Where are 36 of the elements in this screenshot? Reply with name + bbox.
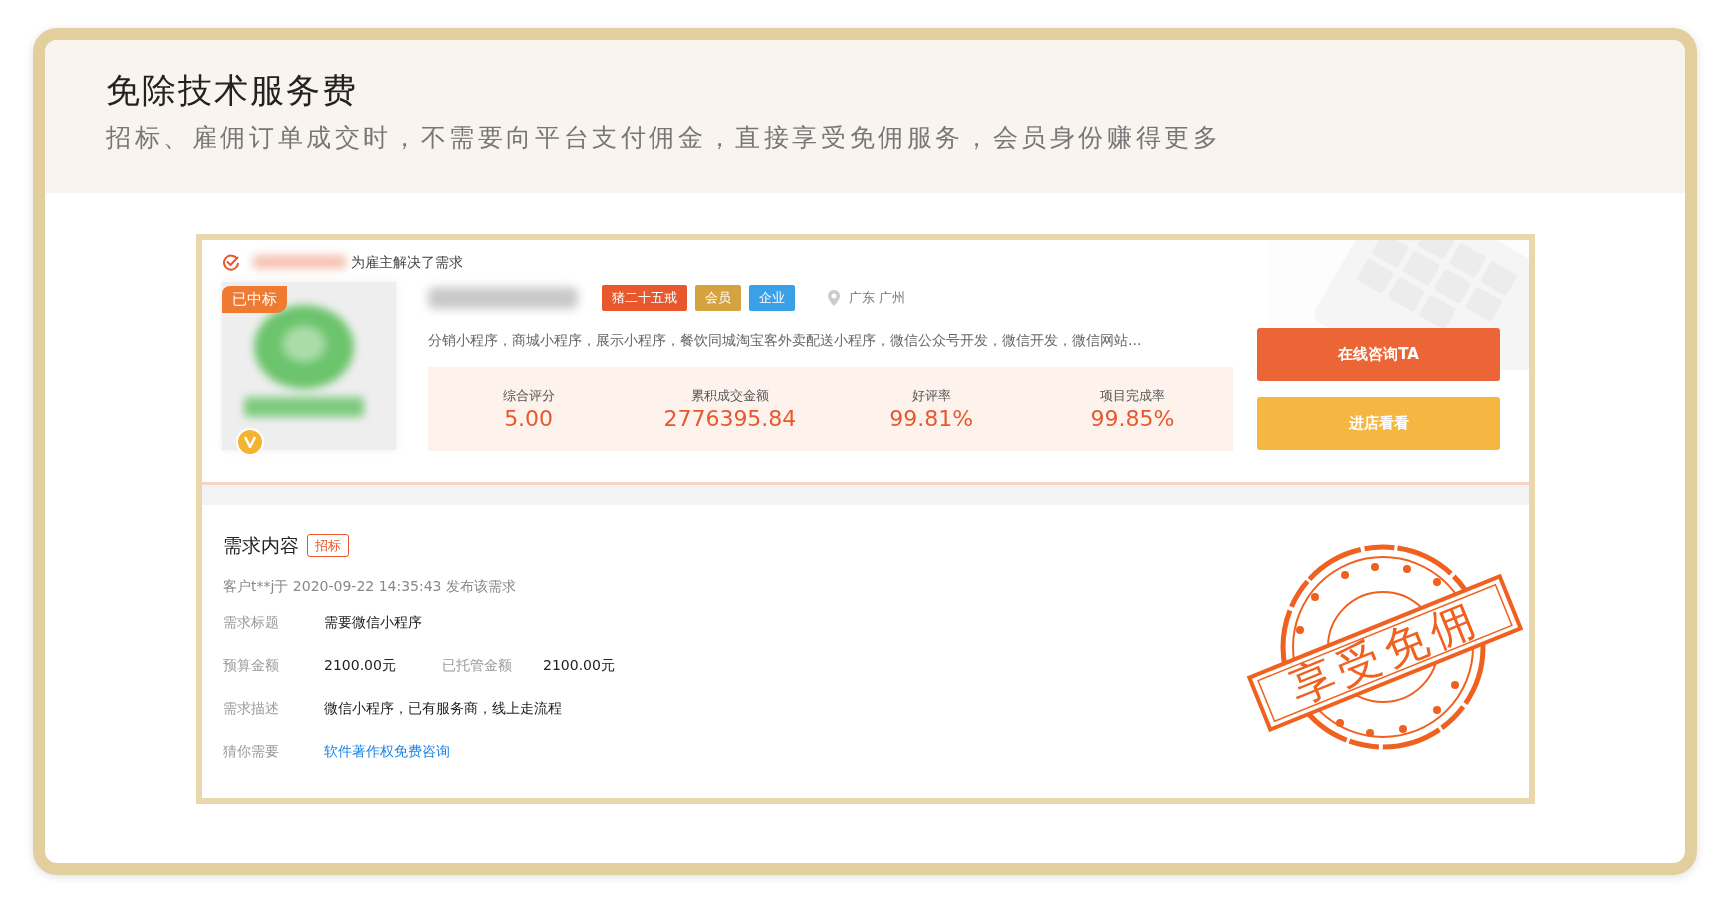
tag: 猪二十五戒	[602, 285, 687, 311]
field-value: 需要微信小程序	[324, 613, 422, 632]
stat-label: 累积成交金额	[689, 387, 770, 406]
tag: 会员	[695, 285, 741, 311]
consult-button[interactable]: 在线咨询TA	[1257, 328, 1500, 381]
section-title: 需求内容	[223, 533, 299, 558]
stat-value: 5.00	[503, 405, 555, 432]
field-label: 需求描述	[223, 699, 280, 718]
solved-text: 为雇主解决了需求	[351, 252, 463, 272]
visit-shop-button[interactable]: 进店看看	[1257, 397, 1500, 450]
stat-label: 项目完成率	[1098, 387, 1166, 406]
promo-title: 免除技术服务费	[106, 70, 359, 111]
stat-label: 好评率	[910, 387, 952, 406]
consult-link[interactable]: 软件著作权免费咨询	[324, 741, 450, 762]
field-label: 预算金额	[223, 656, 280, 675]
promo-subtitle: 招标、雇佣订单成交时，不需要向平台支付佣金，直接享受免佣服务，会员身份赚得更多	[106, 121, 1223, 154]
field-label: 已托管金额	[442, 656, 513, 675]
field-value: 微信小程序，已有服务商，线上走流程	[324, 699, 562, 718]
field-value: 2100.00元	[324, 656, 397, 675]
stat-value: 99.81%	[888, 405, 975, 432]
stat-value: 99.85%	[1089, 405, 1176, 432]
verified-icon	[236, 428, 264, 456]
location-pin-icon	[827, 289, 841, 307]
won-badge: 已中标	[222, 286, 287, 313]
bidding-tag: 招标	[307, 533, 349, 557]
check-circle-icon	[222, 253, 240, 271]
location-text: 广东 广州	[849, 289, 906, 308]
stamp-text: 享受免佣	[1282, 591, 1488, 714]
tag: 企业	[749, 285, 795, 311]
field-label: 猜你需要	[223, 742, 280, 761]
publish-info: 客户t**j于 2020-09-22 14:35:43 发布该需求	[223, 576, 517, 596]
field-label: 需求标题	[223, 613, 280, 632]
stat-label: 综合评分	[501, 387, 556, 406]
stat-value: 2776395.84	[662, 405, 798, 432]
field-value: 2100.00元	[543, 656, 615, 675]
services-text: 分销小程序，商城小程序，展示小程序，餐饮同城淘宝客外卖配送小程序，微信公众号开发，微信开发，微信网站...	[428, 331, 1143, 350]
